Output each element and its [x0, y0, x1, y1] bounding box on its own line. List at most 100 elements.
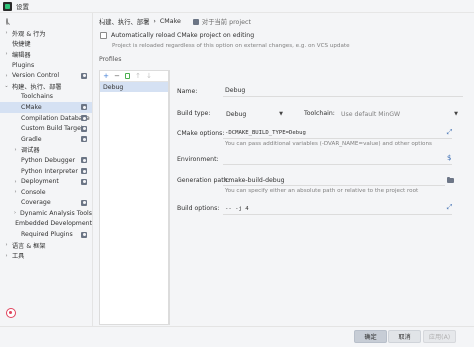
sidebar-item[interactable]: Toolchains [0, 92, 92, 103]
search-box[interactable] [4, 16, 90, 26]
sidebar-item-label: Dynamic Analysis Tools [20, 209, 92, 217]
chevron-icon[interactable]: › [3, 51, 10, 57]
main-panel: 构建、执行、部署 › CMake 对于当前 project Automatica… [93, 13, 474, 326]
build-type-label: Build type: [177, 110, 211, 117]
project-icon [81, 168, 87, 175]
chevron-icon[interactable]: › [3, 30, 10, 36]
apply-button[interactable]: 应用(A) [423, 330, 456, 343]
auto-reload-label[interactable]: Automatically reload CMake project on ed… [111, 32, 254, 39]
auto-reload-row[interactable]: Automatically reload CMake project on ed… [100, 32, 254, 39]
project-icon [81, 199, 87, 206]
cmake-options-hint: You can pass additional variables (-DVAR… [225, 141, 432, 147]
sidebar-item[interactable]: Python Interpreter [0, 166, 92, 177]
generation-path-field[interactable]: cmake-build-debug [225, 177, 285, 184]
chevron-icon[interactable]: ⌄ [3, 83, 10, 89]
sidebar-item-label: Coverage [21, 199, 51, 207]
sidebar-item-label: 快捷键 [12, 41, 31, 49]
sidebar-item-label: Python Interpreter [21, 167, 78, 175]
project-icon [81, 72, 87, 79]
app-icon [3, 1, 12, 11]
sidebar-item-label: Console [21, 188, 46, 196]
chevron-down-icon: ▼ [454, 111, 458, 117]
project-icon [81, 104, 87, 111]
build-type-value: Debug [226, 110, 247, 118]
project-icon [81, 157, 87, 164]
sidebar-item-label: Compilation Database [21, 114, 90, 122]
toolchain-value: Use default MinGW [341, 110, 401, 118]
build-options-label: Build options: [177, 205, 220, 212]
generation-path-underline [223, 185, 445, 186]
toolchain-select[interactable]: Use default MinGW ▼ [338, 109, 461, 119]
auto-reload-checkbox[interactable] [100, 32, 107, 39]
chevron-icon[interactable]: › [12, 147, 19, 153]
sidebar-item[interactable]: › Console [0, 187, 92, 198]
profiles-toolbar: + − ↑ ↓ [100, 71, 168, 82]
sidebar-item-label: Custom Build Targets [21, 125, 87, 133]
project-icon [81, 125, 87, 132]
expand-icon[interactable]: ⤢ [446, 129, 453, 136]
build-options-field[interactable]: -- -j 4 [225, 206, 249, 212]
expand-icon[interactable]: ⤢ [446, 204, 453, 211]
search-input[interactable] [12, 16, 90, 26]
sidebar-item[interactable]: Coverage [0, 198, 92, 209]
name-field[interactable]: Debug [223, 87, 463, 97]
chevron-icon[interactable]: › [3, 242, 10, 248]
sidebar-item-label: 工具 [12, 253, 25, 261]
sidebar-item[interactable]: › 工具 [0, 250, 92, 261]
sidebar-item[interactable]: CMake [0, 102, 92, 113]
sidebar-item[interactable]: Embedded Development [0, 219, 92, 230]
profiles-divider [169, 70, 170, 325]
chevron-icon[interactable]: › [3, 73, 10, 79]
sidebar-item[interactable]: ⌄ 构建、执行、部署 [0, 81, 92, 92]
sidebar-item[interactable]: Compilation Database [0, 113, 92, 124]
folder-icon[interactable] [447, 176, 454, 183]
project-icon [81, 231, 87, 238]
chevron-icon[interactable]: › [3, 253, 10, 259]
breadcrumb-current: CMake [159, 18, 181, 25]
sidebar-item[interactable]: › 外观 & 行为 [0, 28, 92, 39]
move-down-button[interactable]: ↓ [146, 72, 152, 80]
window-title: 设置 [16, 3, 29, 11]
environment-field[interactable] [223, 164, 452, 165]
sidebar-item[interactable]: › 语言 & 框架 [0, 240, 92, 251]
sidebar-item[interactable]: Gradle [0, 134, 92, 145]
move-up-button[interactable]: ↑ [135, 72, 141, 80]
sidebar-item[interactable]: › Version Control [0, 70, 92, 81]
profiles-list: + − ↑ ↓ Debug [99, 70, 169, 325]
copy-profile-icon[interactable] [125, 73, 130, 79]
toolchain-label: Toolchain: [304, 110, 335, 117]
chevron-icon[interactable]: › [12, 210, 18, 216]
sidebar-item[interactable]: Required Plugins [0, 229, 92, 240]
chevron-icon[interactable]: › [12, 179, 19, 185]
build-type-select[interactable]: Debug ▼ [223, 109, 286, 119]
sidebar-item-label: Toolchains [21, 93, 53, 101]
sidebar-item[interactable]: Python Debugger [0, 155, 92, 166]
sidebar-item-label: Plugins [12, 61, 35, 69]
sidebar-item[interactable]: › Deployment [0, 176, 92, 187]
sidebar-item-label: 调试器 [21, 147, 40, 155]
sidebar-item-label: Gradle [21, 135, 42, 143]
ok-button[interactable]: 确定 [354, 330, 387, 343]
breadcrumb: 构建、执行、部署 › CMake 对于当前 project [99, 17, 251, 26]
profile-item-debug[interactable]: Debug [100, 82, 168, 92]
sidebar-item-label: Required Plugins [21, 231, 73, 239]
project-icon [192, 18, 199, 25]
add-profile-button[interactable]: + [103, 72, 109, 80]
sidebar-item[interactable]: › 编辑器 [0, 49, 92, 60]
sidebar-item-label: CMake [21, 103, 42, 111]
sidebar-item[interactable]: › 调试器 [0, 145, 92, 156]
sidebar-item[interactable]: Custom Build Targets [0, 123, 92, 134]
sidebar-item[interactable]: › Dynamic Analysis Tools [0, 208, 92, 219]
cmake-options-label: CMake options: [177, 130, 225, 137]
breadcrumb-parent[interactable]: 构建、执行、部署 [99, 17, 149, 26]
cancel-button[interactable]: 取消 [388, 330, 421, 343]
remove-profile-button[interactable]: − [114, 72, 120, 80]
help-icon[interactable] [6, 308, 16, 318]
dialog-buttons: 确定 取消 应用(A) [0, 326, 474, 347]
breadcrumb-separator: › [153, 18, 156, 25]
chevron-icon[interactable]: › [12, 189, 19, 195]
dollar-icon[interactable]: $ [447, 154, 451, 162]
cmake-options-field[interactable]: -DCMAKE_BUILD_TYPE=Debug [225, 130, 306, 136]
sidebar-item[interactable]: Plugins [0, 60, 92, 71]
sidebar-item[interactable]: 快捷键 [0, 39, 92, 50]
